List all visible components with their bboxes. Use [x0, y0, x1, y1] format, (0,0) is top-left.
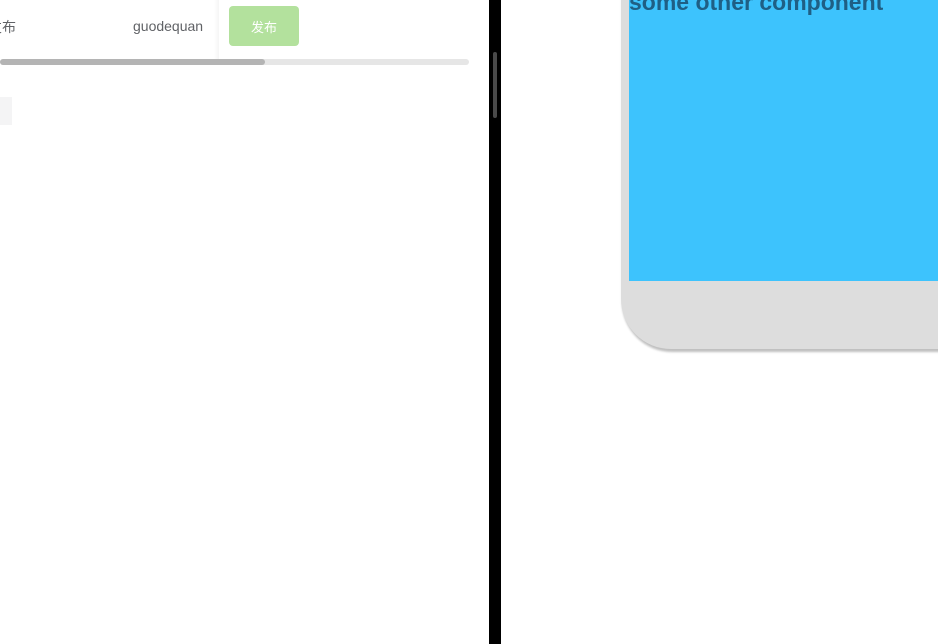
- table-pane: 发布 guodequan 发布: [0, 0, 489, 644]
- author-cell: guodequan: [133, 18, 204, 34]
- horizontal-scrollbar[interactable]: [0, 59, 469, 65]
- preview-pane: some other component: [501, 0, 938, 644]
- pagination-chip[interactable]: [0, 97, 12, 125]
- horizontal-scrollbar-thumb[interactable]: [0, 59, 265, 65]
- divider-drag-handle[interactable]: [493, 52, 497, 118]
- status-cell: 发布: [0, 19, 16, 35]
- screen-text: some other component: [629, 0, 884, 15]
- split-divider[interactable]: [489, 0, 501, 644]
- publish-button[interactable]: 发布: [229, 6, 299, 46]
- device-screen: some other component: [629, 0, 938, 281]
